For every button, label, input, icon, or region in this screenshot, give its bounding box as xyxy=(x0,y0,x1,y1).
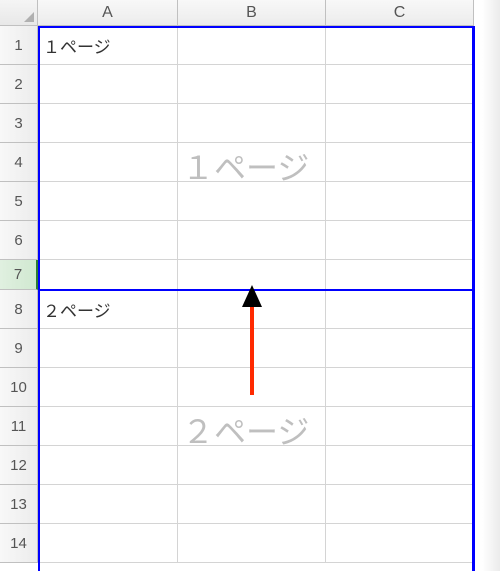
row-header-2[interactable]: 2 xyxy=(0,65,38,104)
cell-C3[interactable] xyxy=(326,104,474,143)
row xyxy=(38,143,474,182)
row-header-12[interactable]: 12 xyxy=(0,446,38,485)
cell-B12[interactable] xyxy=(178,446,326,485)
cell-A4[interactable] xyxy=(38,143,178,182)
cell-A10[interactable] xyxy=(38,368,178,407)
column-header-C[interactable]: C xyxy=(326,0,474,26)
row-header-14[interactable]: 14 xyxy=(0,524,38,563)
cell-A13[interactable] xyxy=(38,485,178,524)
cell-A11[interactable] xyxy=(38,407,178,446)
page-break-middle[interactable] xyxy=(38,289,474,291)
row-header-9[interactable]: 9 xyxy=(0,329,38,368)
cell-C5[interactable] xyxy=(326,182,474,221)
cell-B8[interactable] xyxy=(178,290,326,329)
row xyxy=(38,368,474,407)
cell-A9[interactable] xyxy=(38,329,178,368)
row-header-8[interactable]: 8 xyxy=(0,290,38,329)
cell-C2[interactable] xyxy=(326,65,474,104)
row-headers: 1234567891011121314 xyxy=(0,26,38,563)
row xyxy=(38,260,474,290)
cell-B5[interactable] xyxy=(178,182,326,221)
cell-C7[interactable] xyxy=(326,260,474,290)
cell-C4[interactable] xyxy=(326,143,474,182)
cell-A6[interactable] xyxy=(38,221,178,260)
spreadsheet: ABC 1234567891011121314 １ページ２ページ １ページ ２ペ… xyxy=(0,0,500,571)
select-all-corner[interactable] xyxy=(0,0,38,26)
cell-C6[interactable] xyxy=(326,221,474,260)
cell-C9[interactable] xyxy=(326,329,474,368)
row-header-5[interactable]: 5 xyxy=(0,182,38,221)
cell-A5[interactable] xyxy=(38,182,178,221)
row xyxy=(38,446,474,485)
right-shadow xyxy=(482,0,500,571)
cell-C12[interactable] xyxy=(326,446,474,485)
cell-C8[interactable] xyxy=(326,290,474,329)
page-break-right[interactable] xyxy=(472,26,475,571)
cell-A8[interactable]: ２ページ xyxy=(38,290,178,329)
row-header-4[interactable]: 4 xyxy=(0,143,38,182)
cell-B2[interactable] xyxy=(178,65,326,104)
page-break-top xyxy=(38,26,474,28)
row-header-6[interactable]: 6 xyxy=(0,221,38,260)
row xyxy=(38,524,474,563)
row-header-11[interactable]: 11 xyxy=(0,407,38,446)
row xyxy=(38,182,474,221)
cell-B7[interactable] xyxy=(178,260,326,290)
row-header-10[interactable]: 10 xyxy=(0,368,38,407)
cell-B4[interactable] xyxy=(178,143,326,182)
cell-B3[interactable] xyxy=(178,104,326,143)
cell-B9[interactable] xyxy=(178,329,326,368)
row-header-13[interactable]: 13 xyxy=(0,485,38,524)
page-break-left xyxy=(38,26,40,571)
row: １ページ xyxy=(38,26,474,65)
cell-A14[interactable] xyxy=(38,524,178,563)
cell-C1[interactable] xyxy=(326,26,474,65)
cell-B14[interactable] xyxy=(178,524,326,563)
cell-C10[interactable] xyxy=(326,368,474,407)
cell-C13[interactable] xyxy=(326,485,474,524)
cell-B11[interactable] xyxy=(178,407,326,446)
cell-A7[interactable] xyxy=(38,260,178,290)
row xyxy=(38,407,474,446)
cell-B1[interactable] xyxy=(178,26,326,65)
cell-B13[interactable] xyxy=(178,485,326,524)
cell-C11[interactable] xyxy=(326,407,474,446)
cell-B6[interactable] xyxy=(178,221,326,260)
cell-B10[interactable] xyxy=(178,368,326,407)
cell-grid: １ページ ２ページ xyxy=(38,26,474,563)
row-header-3[interactable]: 3 xyxy=(0,104,38,143)
cell-A3[interactable] xyxy=(38,104,178,143)
cell-C14[interactable] xyxy=(326,524,474,563)
cell-A1[interactable]: １ページ xyxy=(38,26,178,65)
row xyxy=(38,329,474,368)
cell-A12[interactable] xyxy=(38,446,178,485)
cell-A2[interactable] xyxy=(38,65,178,104)
row xyxy=(38,104,474,143)
column-header-B[interactable]: B xyxy=(178,0,326,26)
row xyxy=(38,221,474,260)
row xyxy=(38,485,474,524)
row: ２ページ xyxy=(38,290,474,329)
row-header-1[interactable]: 1 xyxy=(0,26,38,65)
column-headers: ABC xyxy=(38,0,474,26)
row xyxy=(38,65,474,104)
column-header-A[interactable]: A xyxy=(38,0,178,26)
row-header-7[interactable]: 7 xyxy=(0,260,38,290)
